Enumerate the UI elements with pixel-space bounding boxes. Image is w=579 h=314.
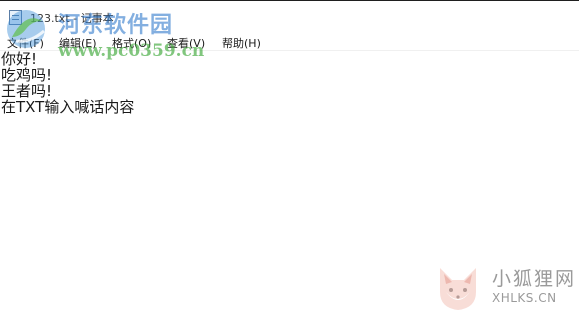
editor-line: 在TXT输入喊话内容	[1, 98, 135, 116]
menu-file[interactable]: 文件(F)	[7, 35, 44, 51]
menu-bar: 文件(F) 编辑(E) 格式(O) 查看(V) 帮助(H)	[0, 31, 579, 51]
notepad-icon	[9, 10, 22, 25]
title-bar[interactable]: 123.txt - 记事本	[0, 0, 579, 30]
menu-help[interactable]: 帮助(H)	[222, 35, 261, 51]
editor-line: 吃鸡吗!	[1, 66, 53, 84]
text-editor-area[interactable]: 你好! 吃鸡吗! 王者吗! 在TXT输入喊话内容	[0, 51, 579, 314]
menu-view[interactable]: 查看(V)	[167, 35, 205, 51]
menu-edit[interactable]: 编辑(E)	[59, 35, 97, 51]
editor-line: 你好!	[1, 50, 38, 68]
window-title: 123.txt - 记事本	[30, 12, 114, 25]
editor-line: 王者吗!	[1, 82, 53, 100]
menu-format[interactable]: 格式(O)	[112, 35, 151, 51]
